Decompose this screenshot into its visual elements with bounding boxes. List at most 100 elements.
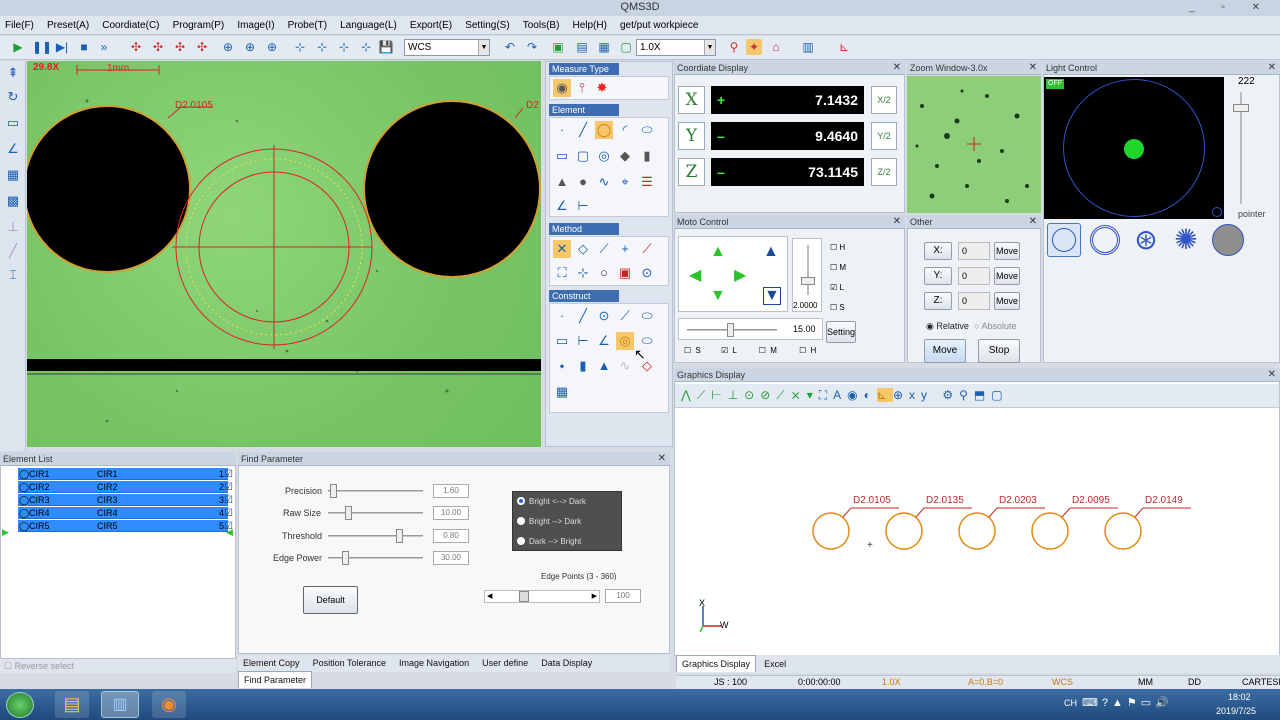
axis-origin-icon[interactable]: ⊾: [836, 39, 852, 55]
window-tool-icon[interactable]: ▤: [574, 39, 590, 55]
construct-cone-icon[interactable]: ▲: [595, 357, 613, 375]
probe-tool-3-icon[interactable]: ✣: [172, 39, 188, 55]
menu-workpiece[interactable]: get/put workpiece: [615, 16, 703, 35]
z-up-icon[interactable]: ▲: [763, 243, 779, 261]
element-list-item[interactable]: ◯ CIR4 CIR4 4: [18, 507, 228, 519]
sphere-icon[interactable]: ●: [574, 173, 592, 191]
close-icon[interactable]: ✕: [1029, 215, 1037, 229]
coord-half-y[interactable]: Y/2: [871, 122, 897, 150]
threshold-track[interactable]: [328, 535, 423, 537]
tray-icons[interactable]: ⌨?▲⚑▭🔊: [1082, 696, 1173, 709]
axis-tool-1-icon[interactable]: ⊕: [220, 39, 236, 55]
menu-setting[interactable]: Setting(S): [460, 16, 514, 35]
raw-size-thumb[interactable]: [345, 506, 352, 520]
target-method-icon[interactable]: ⊙: [638, 264, 656, 282]
edge-points-scrollbar[interactable]: ◀ ▶: [484, 590, 600, 603]
moto-check-l[interactable]: ☑ L: [830, 278, 846, 298]
grid-tool-2-icon[interactable]: ▩: [5, 193, 21, 209]
construct-ellipse-icon[interactable]: ⬭: [638, 307, 656, 325]
angle-tool-icon[interactable]: ∠: [5, 141, 21, 157]
split-method-icon[interactable]: ⊹: [574, 264, 592, 282]
move-button[interactable]: Move: [924, 339, 966, 363]
point-icon[interactable]: ·: [553, 121, 571, 139]
construct-distance-icon[interactable]: ⊢: [574, 332, 592, 350]
image-tool-icon[interactable]: ▣: [550, 39, 566, 55]
laser-probe-icon[interactable]: ✸: [593, 79, 611, 97]
redo-icon[interactable]: ↷: [524, 39, 540, 55]
probe-tool-1-icon[interactable]: ✣: [128, 39, 144, 55]
auto-method-icon[interactable]: ⟋: [638, 240, 656, 258]
light-slider-thumb[interactable]: [1233, 104, 1249, 112]
grid-tool-1-icon[interactable]: ▦: [5, 167, 21, 183]
qms3d-taskbar-icon[interactable]: ▥: [101, 691, 139, 718]
axis-tool-3-icon[interactable]: ⊕: [264, 39, 280, 55]
light-ring-display[interactable]: OFF: [1044, 77, 1224, 219]
cone-icon[interactable]: ▲: [553, 173, 571, 191]
light-mode-ring-button[interactable]: [1047, 223, 1081, 257]
jog-right-icon[interactable]: ▶: [734, 265, 746, 285]
menu-export[interactable]: Export(E): [405, 16, 457, 35]
graphics-toolbar[interactable]: ⋀⟋⊢⊥⊙⊘⟋⨯▾⛶A◉◐⊾⊕xy ⚙⚲⬒▢: [675, 384, 1279, 408]
frame-tool-icon[interactable]: ▭: [5, 115, 21, 131]
stop-icon[interactable]: ■: [76, 39, 92, 55]
precision-value[interactable]: 1.60: [433, 484, 469, 498]
ellipse-icon[interactable]: ⬭: [638, 121, 656, 139]
precision-track[interactable]: [328, 490, 423, 492]
edge-power-value[interactable]: 30.00: [433, 551, 469, 565]
construct-ring-icon[interactable]: ◎: [616, 332, 634, 350]
tab-graphics-display[interactable]: Graphics Display: [676, 655, 757, 672]
rectangle-icon[interactable]: ▭: [553, 147, 571, 165]
coord-axis-z[interactable]: Z: [678, 158, 705, 186]
graphics-misc-icon[interactable]: ⊕xy ⚙⚲⬒▢: [893, 388, 1009, 402]
screenshot-tool-icon[interactable]: ▦: [596, 39, 612, 55]
other-x-input[interactable]: 0: [958, 242, 990, 260]
measure-tool-icon[interactable]: ⇞: [5, 65, 21, 81]
ring-icon[interactable]: ◎: [595, 147, 613, 165]
probe-tool-2-icon[interactable]: ✣: [150, 39, 166, 55]
other-x-move-button[interactable]: Move: [994, 242, 1020, 260]
precision-thumb[interactable]: [330, 484, 337, 498]
moto-bcheck-h[interactable]: ☐ H: [799, 346, 816, 355]
default-button[interactable]: Default: [303, 586, 358, 614]
raw-size-track[interactable]: [328, 512, 423, 514]
probe-tool-4-icon[interactable]: ✣: [194, 39, 210, 55]
vertex-method-icon[interactable]: ◇: [574, 240, 592, 258]
menu-help[interactable]: Help(H): [567, 16, 611, 35]
camera-view[interactable]: 29.8X 1mm D2.0105 D2: [27, 61, 541, 447]
home-icon[interactable]: ⌂: [768, 39, 784, 55]
moto-check-m[interactable]: ☐ M: [830, 258, 846, 278]
moto-check-h[interactable]: ☐ H: [830, 238, 846, 258]
construct-circle-icon[interactable]: ⊙: [595, 307, 613, 325]
cylinder-icon[interactable]: ▮: [638, 147, 656, 165]
region-method-icon[interactable]: ⛶: [553, 264, 571, 282]
coord-system-select[interactable]: WCS ▼: [404, 39, 490, 56]
jog-up-icon[interactable]: ▲: [710, 243, 726, 261]
align-tool-4-icon[interactable]: ⊹: [358, 39, 374, 55]
other-y-move-button[interactable]: Move: [994, 267, 1020, 285]
save-icon[interactable]: 💾: [378, 39, 394, 55]
close-icon[interactable]: ✕: [893, 215, 901, 229]
construct-arc-icon[interactable]: ⟋: [616, 307, 634, 325]
speed-thumb[interactable]: [801, 277, 815, 285]
menu-coordiate[interactable]: Coordiate(C): [97, 16, 164, 35]
light-mode-segment-icon[interactable]: ⊛: [1129, 223, 1163, 257]
jog-down-icon[interactable]: ▼: [710, 287, 726, 305]
coord-axis-x[interactable]: X: [678, 86, 705, 114]
construct-cylinder-icon[interactable]: ▮: [574, 357, 592, 375]
graphics-tools-icon[interactable]: ⋀⟋⊢⊥⊙⊘⟋⨯▾: [681, 388, 819, 402]
tab-element-copy[interactable]: Element Copy: [238, 655, 305, 671]
dark-to-bright-radio[interactable]: Dark --> Bright: [517, 537, 581, 547]
menu-program[interactable]: Program(P): [168, 16, 230, 35]
close-icon[interactable]: ✕: [1029, 61, 1037, 75]
construct-point-icon[interactable]: ·: [553, 307, 571, 325]
construct-line-icon[interactable]: ╱: [574, 307, 592, 325]
menu-image[interactable]: Image(I): [232, 16, 279, 35]
light-tool-icon[interactable]: ✦: [746, 39, 762, 55]
undo-icon[interactable]: ↶: [502, 39, 518, 55]
line-method-icon[interactable]: ⟋: [595, 240, 613, 258]
moto-bcheck-s[interactable]: ☐ S: [684, 346, 701, 355]
tab-image-navigation[interactable]: Image Navigation: [394, 655, 474, 671]
coord-axis-y[interactable]: Y: [678, 122, 705, 150]
other-x-button[interactable]: X:: [924, 242, 952, 260]
edge-points-thumb[interactable]: [519, 591, 529, 602]
